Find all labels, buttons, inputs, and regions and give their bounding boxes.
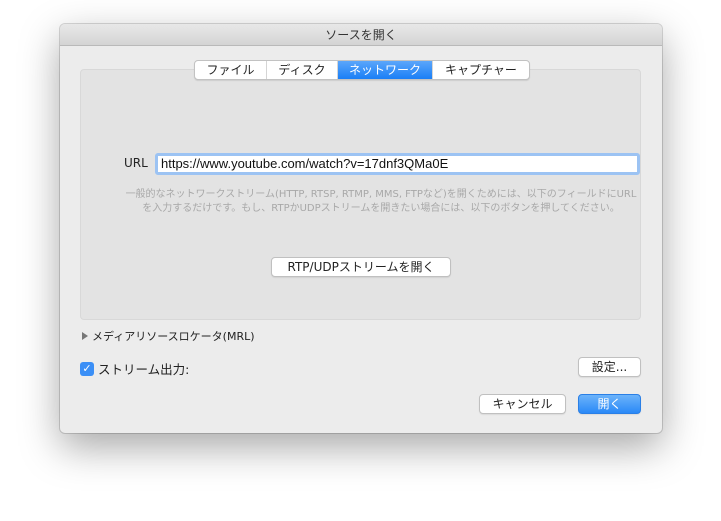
settings-button[interactable]: 設定...: [578, 357, 641, 377]
checkmark-icon: ✓: [80, 361, 94, 376]
mrl-label: メディアリソースロケータ(MRL): [92, 330, 255, 343]
tab-file[interactable]: ファイル: [195, 61, 267, 79]
stream-output-checkbox[interactable]: ✓ ストリーム出力:: [80, 359, 189, 378]
tab-disc[interactable]: ディスク: [267, 61, 338, 79]
url-input[interactable]: https://www.youtube.com/watch?v=17dnf3QM…: [155, 153, 640, 175]
open-button[interactable]: 開く: [578, 394, 641, 414]
tab-network[interactable]: ネットワーク: [338, 61, 433, 79]
network-panel: URL https://www.youtube.com/watch?v=17dn…: [80, 69, 641, 320]
url-label: URL: [124, 156, 148, 170]
mrl-disclosure[interactable]: メディアリソースロケータ(MRL): [82, 328, 255, 344]
open-rtp-udp-button[interactable]: RTP/UDPストリームを開く: [271, 257, 451, 277]
disclosure-triangle-icon: [82, 332, 88, 340]
tab-capture[interactable]: キャプチャー: [433, 61, 529, 79]
window-title: ソースを開く: [60, 24, 662, 46]
cancel-button[interactable]: キャンセル: [479, 394, 566, 414]
stream-output-label: ストリーム出力:: [98, 362, 190, 377]
open-source-dialog: ソースを開く URL https://www.youtube.com/watch…: [60, 24, 662, 433]
help-text: 一般的なネットワークストリーム(HTTP, RTSP, RTMP, MMS, F…: [125, 189, 637, 214]
source-tabs: ファイル ディスク ネットワーク キャプチャー: [194, 60, 530, 80]
